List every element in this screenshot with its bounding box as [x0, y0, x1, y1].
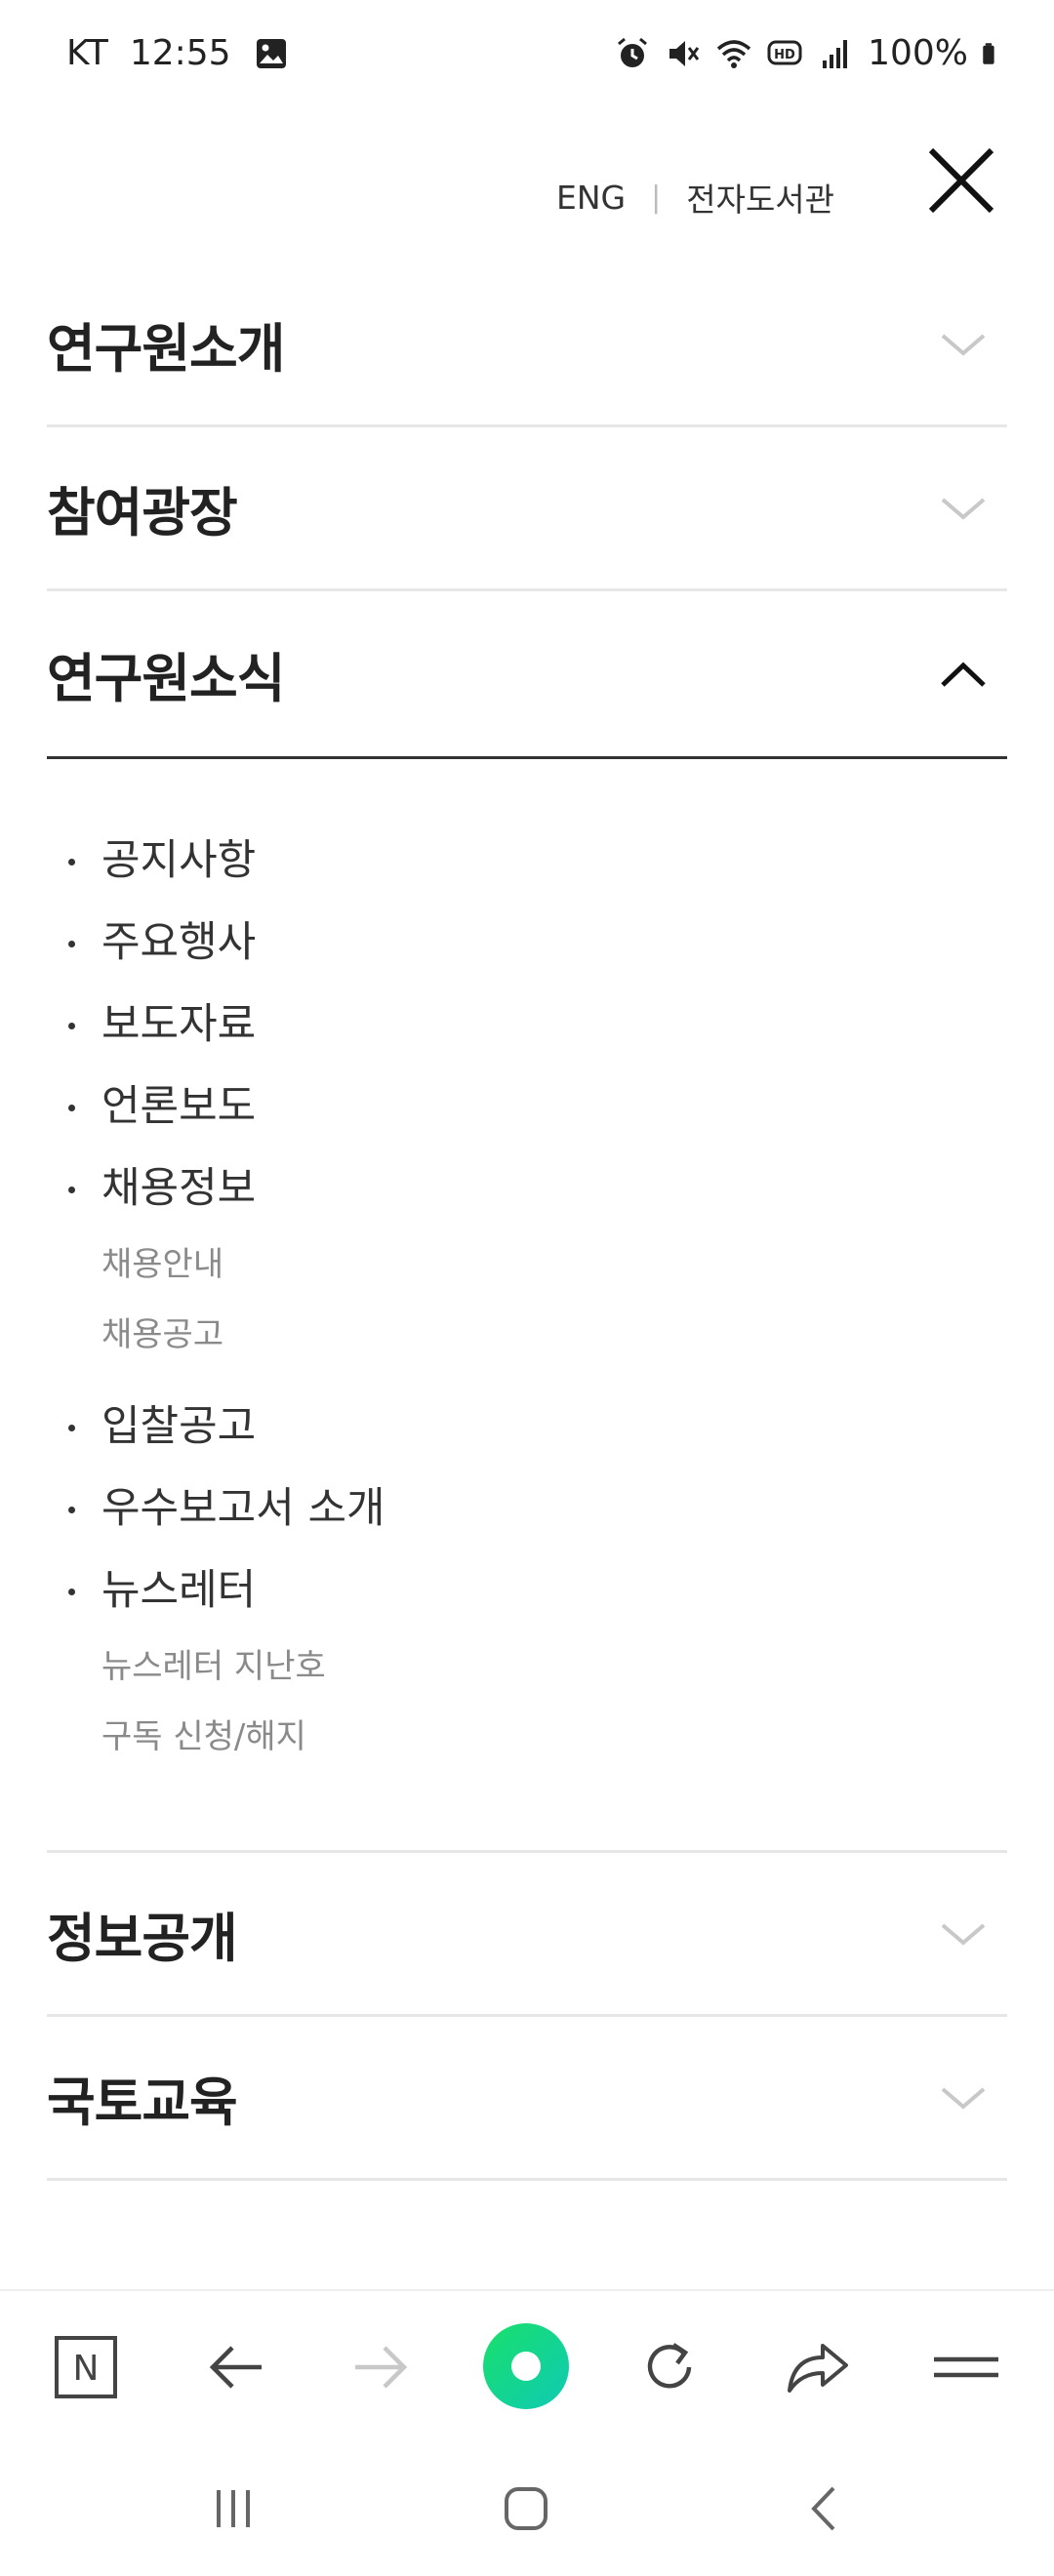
- battery-label: 100%: [868, 33, 968, 73]
- section-title: 참여광장: [47, 482, 238, 543]
- alarm-icon: [618, 37, 648, 67]
- chevron-up-icon: [941, 662, 986, 687]
- menu-section-disclosure[interactable]: 정보공개: [47, 1853, 1007, 2017]
- back-button[interactable]: [197, 2328, 275, 2406]
- signal-icon: [823, 39, 848, 68]
- submenu-subitem-newsletter-subscribe[interactable]: 구독 신청/해지: [47, 1702, 1007, 1772]
- submenu-label: 주요행사: [101, 918, 257, 967]
- chevron-down-icon: [941, 333, 986, 356]
- submenu-item-recruit[interactable]: 채용정보: [47, 1147, 1007, 1229]
- submenu-subitem-recruit-guide[interactable]: 채용안내: [47, 1229, 1007, 1300]
- green-dot-icon: [483, 2323, 569, 2409]
- menu-section-intro[interactable]: 연구원소개: [47, 263, 1007, 427]
- arrow-right-icon: [355, 2346, 408, 2389]
- eng-link[interactable]: ENG: [556, 179, 626, 217]
- chevron-down-icon: [941, 1922, 986, 1946]
- reload-button[interactable]: [630, 2328, 709, 2406]
- submenu-label: 입찰공고: [101, 1402, 257, 1451]
- e-library-link[interactable]: 전자도서관: [686, 174, 834, 221]
- system-back-button[interactable]: [790, 2475, 859, 2543]
- submenu-label: 보도자료: [101, 1000, 257, 1049]
- section-title: 연구원소개: [47, 318, 285, 380]
- submenu-label: 뉴스레터: [101, 1566, 257, 1615]
- status-right: HD 100%: [614, 33, 1005, 73]
- share-button[interactable]: [779, 2328, 857, 2406]
- menu-button[interactable]: [927, 2328, 1005, 2406]
- bullet: [68, 1105, 75, 1111]
- arrow-left-icon: [209, 2346, 262, 2389]
- browser-toolbar: N: [0, 2289, 1054, 2435]
- section-title: 정보공개: [47, 1908, 238, 1969]
- bullet: [68, 1507, 75, 1513]
- submenu-label: 채용정보: [101, 1164, 257, 1213]
- chevron-down-icon: [941, 2086, 986, 2110]
- news-submenu: 공지사항 주요행사 보도자료 언론보도 채용정보 채용안내 채용공고 입찰공고 …: [47, 759, 1007, 1853]
- top-links: ENG | 전자도서관: [556, 174, 834, 221]
- submenu-subitem-newsletter-past[interactable]: 뉴스레터 지난호: [47, 1631, 1007, 1702]
- bullet: [68, 1589, 75, 1595]
- svg-text:HD: HD: [774, 48, 795, 62]
- battery-icon: [983, 42, 994, 64]
- home-button[interactable]: [492, 2475, 560, 2543]
- bullet: [68, 859, 75, 865]
- bullet: [68, 1425, 75, 1431]
- submenu-item-best-report[interactable]: 우수보고서 소개: [47, 1468, 1007, 1550]
- home-icon: [505, 2487, 547, 2530]
- chevron-down-icon: [941, 497, 986, 520]
- submenu-item-media[interactable]: 언론보도: [47, 1066, 1007, 1147]
- forward-button[interactable]: [342, 2328, 420, 2406]
- menu-section-participation[interactable]: 참여광장: [47, 427, 1007, 591]
- naver-home-button[interactable]: N: [47, 2328, 125, 2406]
- status-left: KT 12:55: [66, 33, 290, 73]
- naver-icon: N: [55, 2336, 117, 2398]
- hd-icon: HD: [767, 40, 802, 64]
- status-bar: KT 12:55 HD 100%: [0, 0, 1054, 117]
- submenu-subitem-recruit-posting[interactable]: 채용공고: [47, 1300, 1007, 1370]
- hamburger-icon: [934, 2356, 998, 2378]
- bullet: [68, 1023, 75, 1029]
- wifi-icon: [716, 39, 751, 68]
- menu-section-education[interactable]: 국토교육: [47, 2017, 1007, 2181]
- mute-icon: [669, 40, 700, 66]
- submenu-item-bid[interactable]: 입찰공고: [47, 1386, 1007, 1468]
- recent-apps-button[interactable]: [199, 2475, 267, 2543]
- link-separator: |: [651, 180, 662, 215]
- back-chevron-icon: [811, 2486, 835, 2531]
- bullet: [68, 1187, 75, 1193]
- submenu-item-events[interactable]: 주요행사: [47, 902, 1007, 984]
- image-icon: [256, 38, 286, 68]
- recent-apps-icon: [217, 2490, 250, 2527]
- submenu-label: 공지사항: [101, 836, 257, 885]
- carrier-label: KT: [66, 33, 108, 73]
- refresh-icon: [647, 2343, 692, 2389]
- submenu-item-newsletter[interactable]: 뉴스레터: [47, 1550, 1007, 1631]
- submenu-item-press[interactable]: 보도자료: [47, 984, 1007, 1066]
- system-nav-bar: [0, 2435, 1054, 2576]
- share-icon: [788, 2344, 848, 2393]
- section-title: 국토교육: [47, 2072, 238, 2133]
- submenu-label: 언론보도: [101, 1082, 257, 1131]
- naver-letter: N: [73, 2349, 100, 2389]
- section-title: 연구원소식: [47, 648, 285, 709]
- submenu-label: 우수보고서 소개: [101, 1484, 385, 1533]
- bullet: [68, 941, 75, 947]
- menu-section-news[interactable]: 연구원소식: [47, 591, 1007, 759]
- green-dot-button[interactable]: [482, 2322, 570, 2410]
- close-icon[interactable]: [925, 144, 997, 217]
- nav-menu: 연구원소개 참여광장 연구원소식 공지사항 주요행사 보도자료 언론보도 채용정…: [47, 263, 1007, 2181]
- submenu-item-notice[interactable]: 공지사항: [47, 820, 1007, 902]
- clock: 12:55: [129, 33, 231, 73]
